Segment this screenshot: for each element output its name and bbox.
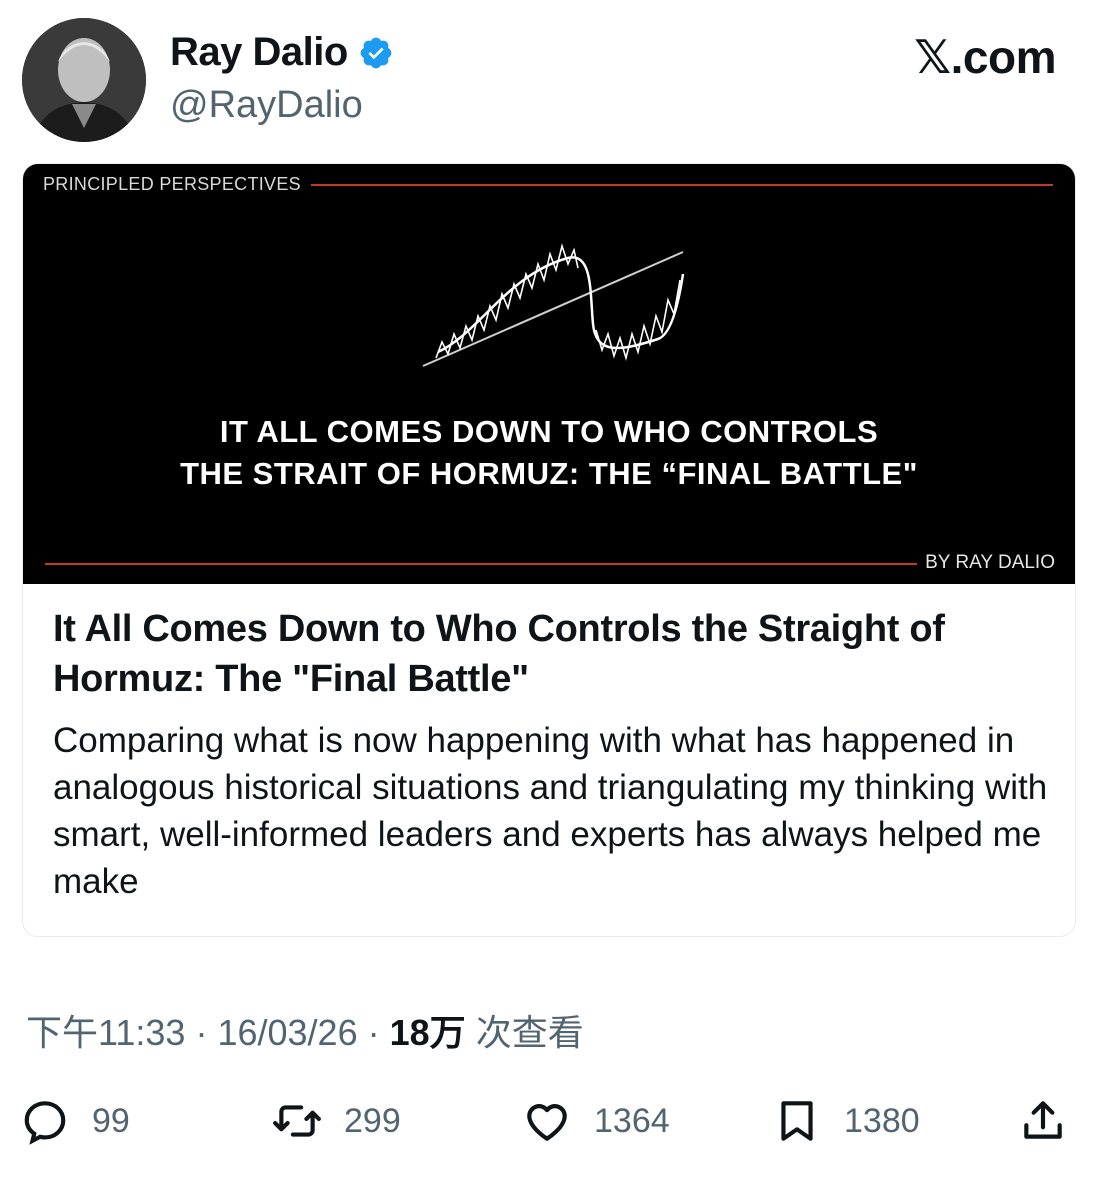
- view-count-label: 次查看: [475, 1012, 584, 1053]
- author-handle[interactable]: @RayDalio: [170, 84, 363, 127]
- image-headline-line2: THE STRAIT OF HORMUZ: THE “FINAL BATTLE": [180, 456, 918, 491]
- image-byline: BY RAY DALIO: [925, 552, 1055, 573]
- card-image[interactable]: PRINCIPLED PERSPECTIVES IT ALL COMES DOW…: [23, 164, 1075, 584]
- post-date[interactable]: 16/03/26: [217, 1012, 357, 1053]
- bookmark-count: 1380: [844, 1101, 920, 1140]
- post-time[interactable]: 下午11:33: [26, 1012, 185, 1053]
- view-count: 18万: [389, 1012, 466, 1053]
- top-divider: [311, 184, 1053, 186]
- image-headline-line1: IT ALL COMES DOWN TO WHO CONTROLS: [219, 414, 879, 449]
- post-meta: 下午11:33 · 16/03/26 · 18万 次查看: [26, 1004, 584, 1056]
- reply-button[interactable]: 99: [20, 1096, 130, 1146]
- card-title[interactable]: It All Comes Down to Who Controls the St…: [53, 604, 1053, 704]
- wave-illustration: [422, 243, 685, 367]
- repost-count: 299: [344, 1101, 401, 1140]
- like-count: 1364: [594, 1101, 670, 1140]
- series-label: PRINCIPLED PERSPECTIVES: [43, 174, 301, 194]
- card-description: Comparing what is now happening with wha…: [53, 721, 1048, 901]
- author-display-name[interactable]: Ray Dalio: [170, 30, 348, 75]
- avatar[interactable]: [22, 18, 146, 142]
- bookmark-button[interactable]: 1380: [772, 1096, 920, 1146]
- brand-logo: 𝕏.com: [914, 31, 1056, 83]
- share-icon: [1024, 1101, 1062, 1139]
- link-preview-card[interactable]: PRINCIPLED PERSPECTIVES IT ALL COMES DOW…: [22, 163, 1076, 937]
- bookmark-icon: [781, 1101, 813, 1141]
- author-name-row[interactable]: Ray Dalio: [170, 30, 394, 75]
- meta-separator: ·: [195, 1012, 208, 1053]
- like-button[interactable]: 1364: [522, 1096, 670, 1146]
- repost-button[interactable]: 299: [272, 1096, 401, 1146]
- share-button[interactable]: [1018, 1096, 1090, 1146]
- bottom-divider: [45, 563, 917, 565]
- reply-icon: [24, 1101, 66, 1145]
- reply-count: 99: [92, 1101, 130, 1140]
- verified-badge-icon: [360, 37, 392, 68]
- repost-icon: [273, 1105, 321, 1137]
- meta-separator: ·: [367, 1012, 380, 1053]
- heart-icon: [527, 1104, 567, 1141]
